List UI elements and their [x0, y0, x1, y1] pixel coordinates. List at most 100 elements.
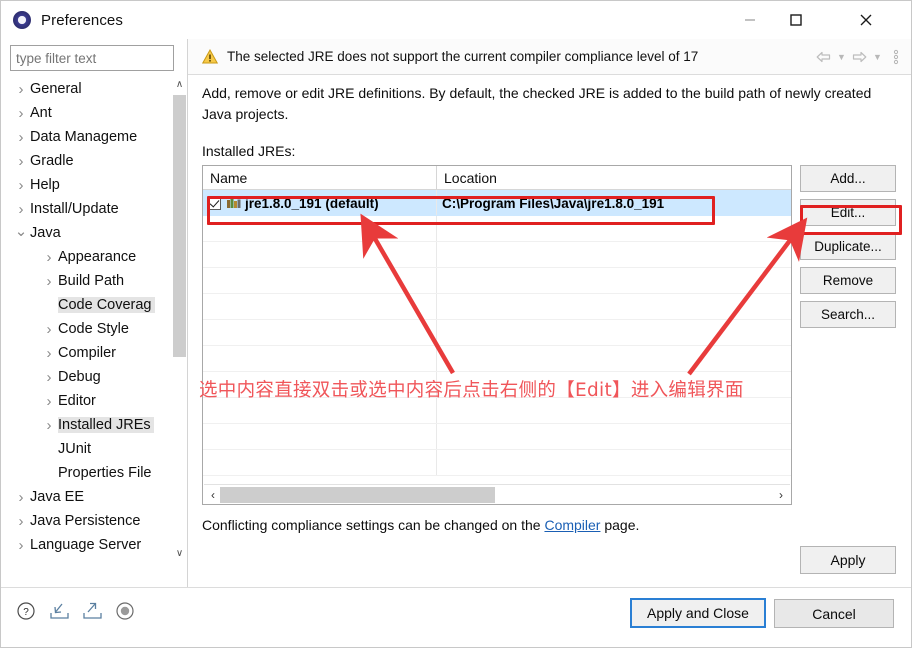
- minimize-button[interactable]: [727, 1, 773, 38]
- table-row[interactable]: jre1.8.0_191 (default) C:\Program Files\J…: [203, 190, 791, 216]
- cancel-button[interactable]: Cancel: [774, 599, 894, 628]
- more-options-icon[interactable]: [886, 44, 905, 70]
- table-row-empty[interactable]: [203, 216, 791, 242]
- chevron-right-icon[interactable]: ›: [12, 489, 30, 506]
- add-button[interactable]: Add...: [800, 165, 896, 192]
- apply-and-close-button[interactable]: Apply and Close: [630, 598, 766, 628]
- back-arrow-icon[interactable]: [814, 44, 833, 70]
- sidebar-item-data-manageme[interactable]: › Data Manageme: [10, 125, 156, 149]
- tree-vertical-scrollbar[interactable]: ∧ ∨: [172, 77, 187, 561]
- back-dropdown-icon[interactable]: ▼: [835, 44, 848, 70]
- sidebar-item-help[interactable]: › Help: [10, 173, 156, 197]
- chevron-right-icon[interactable]: ›: [12, 105, 30, 122]
- preferences-content-pane: The selected JRE does not support the cu…: [187, 39, 911, 587]
- chevron-right-icon[interactable]: ›: [12, 513, 30, 530]
- chevron-right-icon[interactable]: ›: [12, 177, 30, 194]
- tree-scroll-up-arrow[interactable]: ∧: [172, 77, 187, 92]
- chevron-right-icon[interactable]: ›: [12, 81, 30, 98]
- sidebar-item-label: Build Path: [58, 273, 125, 289]
- sidebar-item-gradle[interactable]: › Gradle: [10, 149, 156, 173]
- sidebar-item-editor[interactable]: › Editor: [10, 389, 156, 413]
- table-row-empty[interactable]: [203, 346, 791, 372]
- table-scroll-left-arrow[interactable]: ‹: [206, 486, 220, 504]
- chevron-down-icon[interactable]: ⌄: [12, 222, 30, 245]
- sidebar-item-appearance[interactable]: › Appearance: [10, 245, 156, 269]
- column-header-name[interactable]: Name: [203, 166, 436, 190]
- column-divider: [436, 320, 437, 345]
- preferences-dialog: Preferences ›General›Ant›Data Manageme›G…: [0, 0, 912, 648]
- cell-location: C:\Program Files\Java\jre1.8.0_191: [442, 195, 665, 211]
- warning-navigation: ▼ ▼: [814, 39, 905, 75]
- table-row-empty[interactable]: [203, 398, 791, 424]
- filter-input[interactable]: [10, 45, 174, 71]
- compiler-link[interactable]: Compiler: [544, 517, 600, 533]
- sidebar-item-properties-file[interactable]: Properties File: [10, 461, 156, 485]
- sidebar-item-java-persistence[interactable]: › Java Persistence: [10, 509, 156, 533]
- chevron-right-icon[interactable]: ›: [40, 321, 58, 338]
- chevron-right-icon[interactable]: ›: [40, 417, 58, 434]
- installed-jres-table[interactable]: Name Location jre1.8.0_191 (default) C:\P…: [202, 165, 792, 505]
- close-button[interactable]: [843, 1, 889, 38]
- sidebar-item-install-update[interactable]: › Install/Update: [10, 197, 156, 221]
- column-header-location[interactable]: Location: [436, 166, 791, 190]
- sidebar-item-installed-jres[interactable]: › Installed JREs: [10, 413, 156, 437]
- table-row-empty[interactable]: [203, 320, 791, 346]
- sidebar-item-label: Language Server: [30, 537, 142, 553]
- chevron-right-icon[interactable]: ›: [12, 537, 30, 554]
- preferences-tree[interactable]: › General › Ant › Data Manageme › Gradle › Help › I…: [10, 77, 174, 561]
- sidebar-item-compiler[interactable]: › Compiler: [10, 341, 156, 365]
- minimize-icon: [745, 18, 755, 21]
- apply-button[interactable]: Apply: [800, 546, 896, 574]
- title-bar: Preferences: [1, 1, 911, 39]
- chevron-right-icon[interactable]: ›: [12, 561, 30, 562]
- sidebar-item-label: Appearance: [58, 249, 137, 265]
- table-hscroll-thumb[interactable]: [220, 487, 495, 503]
- duplicate-button[interactable]: Duplicate...: [800, 233, 896, 260]
- forward-arrow-icon[interactable]: [850, 44, 869, 70]
- sidebar-item-label: Debug: [58, 369, 101, 385]
- chevron-right-icon[interactable]: ›: [40, 345, 58, 362]
- remove-button[interactable]: Remove: [800, 267, 896, 294]
- search-button[interactable]: Search...: [800, 301, 896, 328]
- sidebar-item-general[interactable]: › General: [10, 77, 156, 101]
- sidebar-item-maven[interactable]: ›Maven: [10, 557, 156, 562]
- chevron-right-icon[interactable]: ›: [40, 273, 58, 290]
- sidebar-item-label: Data Manageme: [30, 129, 138, 145]
- chevron-right-icon[interactable]: ›: [12, 201, 30, 218]
- tree-scroll-thumb[interactable]: [173, 95, 186, 357]
- tree-scroll-down-arrow[interactable]: ∨: [172, 546, 187, 561]
- export-icon[interactable]: [81, 600, 103, 622]
- record-icon[interactable]: [114, 600, 136, 622]
- table-row-empty[interactable]: [203, 294, 791, 320]
- column-divider: [436, 398, 437, 423]
- chevron-right-icon[interactable]: ›: [12, 153, 30, 170]
- sidebar-item-label: Java: [30, 225, 61, 241]
- table-horizontal-scrollbar[interactable]: ‹ ›: [204, 484, 790, 504]
- sidebar-item-code-coverag[interactable]: Code Coverag: [10, 293, 156, 317]
- help-icon[interactable]: ?: [15, 600, 37, 622]
- table-scroll-right-arrow[interactable]: ›: [774, 486, 788, 504]
- table-row-empty[interactable]: [203, 268, 791, 294]
- sidebar-item-java[interactable]: ⌄ Java: [10, 221, 156, 245]
- chevron-right-icon[interactable]: ›: [40, 369, 58, 386]
- chevron-right-icon[interactable]: ›: [40, 393, 58, 410]
- sidebar-item-ant[interactable]: › Ant: [10, 101, 156, 125]
- sidebar-item-language-server[interactable]: › Language Server: [10, 533, 156, 557]
- sidebar-item-debug[interactable]: › Debug: [10, 365, 156, 389]
- chevron-right-icon[interactable]: ›: [12, 129, 30, 146]
- sidebar-item-junit[interactable]: JUnit: [10, 437, 156, 461]
- jre-checkbox[interactable]: [208, 196, 221, 210]
- forward-dropdown-icon[interactable]: ▼: [871, 44, 884, 70]
- chevron-right-icon[interactable]: ›: [40, 249, 58, 266]
- import-icon[interactable]: [48, 600, 70, 622]
- maximize-button[interactable]: [773, 1, 819, 38]
- table-row-empty[interactable]: [203, 372, 791, 398]
- sidebar-item-build-path[interactable]: › Build Path: [10, 269, 156, 293]
- sidebar-item-code-style[interactable]: › Code Style: [10, 317, 156, 341]
- edit-button[interactable]: Edit...: [800, 199, 896, 226]
- table-row-empty[interactable]: [203, 242, 791, 268]
- column-divider: [436, 450, 437, 475]
- table-row-empty[interactable]: [203, 424, 791, 450]
- sidebar-item-java-ee[interactable]: › Java EE: [10, 485, 156, 509]
- table-row-empty[interactable]: [203, 450, 791, 476]
